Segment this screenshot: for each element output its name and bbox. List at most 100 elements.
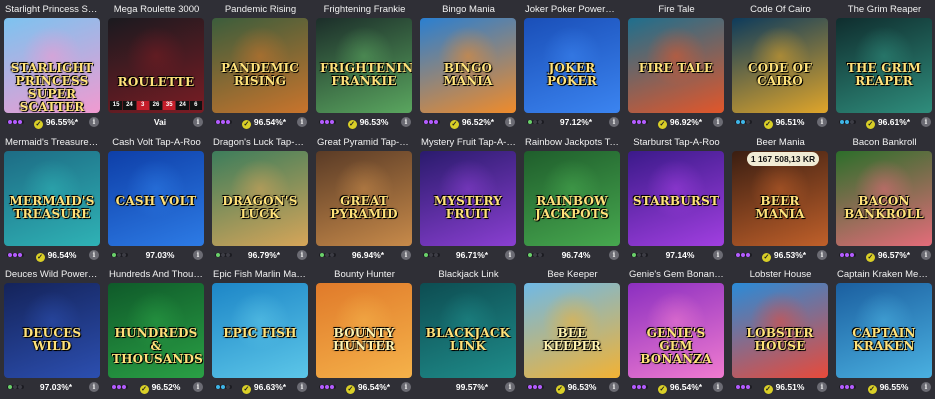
game-tile[interactable]: Fire Tale Fire Tale ✓ 96.92%* i xyxy=(628,3,724,134)
info-icon[interactable]: i xyxy=(89,250,99,260)
game-tile[interactable]: Frightening Frankie Frightening Frankie ✓9… xyxy=(316,3,412,134)
info-icon[interactable]: i xyxy=(89,117,99,127)
info-icon[interactable]: i xyxy=(817,117,827,127)
info-icon[interactable]: i xyxy=(921,250,931,260)
blackjack-link-thumbnail[interactable]: Blackjack Link xyxy=(420,283,516,378)
rainbow-jackpots-thumbnail[interactable]: Rainbow Jackpots xyxy=(524,151,620,246)
bingo-mania-thumbnail[interactable]: Bingo Mania xyxy=(420,18,516,113)
fire-tale-thumbnail[interactable]: Fire Tale xyxy=(628,18,724,113)
roulette-number: 26 xyxy=(149,101,163,110)
joker-poker-thumbnail[interactable]: Joker Poker xyxy=(524,18,620,113)
info-icon[interactable]: i xyxy=(505,250,515,260)
info-icon[interactable]: i xyxy=(713,382,723,392)
mega-roulette-thumbnail[interactable]: Roulette 15 24 3 26 35 24 6 xyxy=(108,18,204,113)
info-icon[interactable]: i xyxy=(89,382,99,392)
rtp-value: 97.03% xyxy=(130,249,190,261)
game-tile[interactable]: Dragon's Luck Tap-A-Roo Dragon's Luck 96.7… xyxy=(212,136,308,267)
check-icon: ✓ xyxy=(347,120,357,129)
epic-fish-thumbnail[interactable]: Epic Fish xyxy=(212,283,308,378)
game-tile[interactable]: Rainbow Jackpots Tap-A... Rainbow Jackpot… xyxy=(524,136,620,267)
game-tile[interactable]: Cash Volt Tap-A-Roo Cash Volt 97.03% i xyxy=(108,136,204,267)
pandemic-rising-thumbnail[interactable]: Pandemic Rising xyxy=(212,18,308,113)
game-tile[interactable]: The Grim Reaper The Grim Reaper ✓ 96.61%* i xyxy=(836,3,932,134)
rtp-text: 96.54%* xyxy=(669,382,703,392)
volatility-indicator xyxy=(839,385,856,389)
game-tile[interactable]: Bounty Hunter Bounty Hunter ✓ 96.54%* i xyxy=(316,268,412,399)
game-tile[interactable]: Blackjack Link Blackjack Link 99.57%* i xyxy=(420,268,516,399)
info-icon[interactable]: i xyxy=(193,250,203,260)
game-title: Bingo Mania xyxy=(442,4,495,15)
info-icon[interactable]: i xyxy=(401,382,411,392)
volatility-dot xyxy=(632,385,636,389)
bacon-bankroll-thumbnail[interactable]: Bacon Bankroll xyxy=(836,151,932,246)
game-tile[interactable]: Bee Keeper Bee Keeper ✓ 96.53% i xyxy=(524,268,620,399)
game-tile[interactable]: Mega Roulette 3000 Roulette 15 24 3 26 35 24 6 Va… xyxy=(108,3,204,134)
game-tile[interactable]: Mermaid's Treasure Trove Mermaid's Treasu… xyxy=(4,136,100,267)
info-icon[interactable]: i xyxy=(713,250,723,260)
game-footer: 97.03% i xyxy=(108,248,204,262)
game-title: The Grim Reaper xyxy=(847,4,922,15)
game-footer: ✓ 96.53%* i xyxy=(732,248,828,262)
game-tile[interactable]: Beer Mania Beer Mania 1 167 508,13 KR ✓ 96.5… xyxy=(732,136,828,267)
game-tile[interactable]: Captain Kraken Megaways Captain Kraken ✓96… xyxy=(836,268,932,399)
info-icon[interactable]: i xyxy=(505,382,515,392)
game-title: Bounty Hunter xyxy=(334,269,395,280)
game-tile[interactable]: Hundreds And Thousands Hundreds & Thousan… xyxy=(108,268,204,399)
info-icon[interactable]: i xyxy=(505,117,515,127)
game-logo: Great Pyramid xyxy=(330,194,398,221)
genies-gem-thumbnail[interactable]: Genie's Gem Bonanza xyxy=(628,283,724,378)
info-icon[interactable]: i xyxy=(193,117,203,127)
code-of-cairo-thumbnail[interactable]: Code of Cairo xyxy=(732,18,828,113)
volatility-dot xyxy=(122,253,126,257)
game-tile[interactable]: Great Pyramid Tap-A-Roo Great Pyramid 96.9… xyxy=(316,136,412,267)
bee-keeper-thumbnail[interactable]: Bee Keeper xyxy=(524,283,620,378)
info-icon[interactable]: i xyxy=(713,117,723,127)
info-icon[interactable]: i xyxy=(297,382,307,392)
info-icon[interactable]: i xyxy=(297,117,307,127)
game-footer: 96.71%* i xyxy=(420,248,516,262)
captain-kraken-thumbnail[interactable]: Captain Kraken xyxy=(836,283,932,378)
rtp-value: Vai xyxy=(130,116,190,128)
info-icon[interactable]: i xyxy=(817,382,827,392)
starlight-princess-thumbnail[interactable]: Starlight Princess Super Scatter xyxy=(4,18,100,113)
info-icon[interactable]: i xyxy=(297,250,307,260)
volatility-dot xyxy=(13,385,17,389)
hundreds-thousands-thumbnail[interactable]: Hundreds & Thousands xyxy=(108,283,204,378)
game-tile[interactable]: Deuces Wild Powerpoker Deuces Wild 97.03%*… xyxy=(4,268,100,399)
starburst-thumbnail[interactable]: Starburst xyxy=(628,151,724,246)
game-tile[interactable]: Epic Fish Marlin Madness Epic Fish ✓96.63%… xyxy=(212,268,308,399)
game-tile[interactable]: Code Of Cairo Code of Cairo ✓ 96.51% i xyxy=(732,3,828,134)
game-tile[interactable]: Starlight Princess Super ... Starlight Pr… xyxy=(4,3,100,134)
info-icon[interactable]: i xyxy=(609,117,619,127)
game-tile[interactable]: Bingo Mania Bingo Mania ✓ 96.52%* i xyxy=(420,3,516,134)
dragons-luck-thumbnail[interactable]: Dragon's Luck xyxy=(212,151,308,246)
cash-volt-thumbnail[interactable]: Cash Volt xyxy=(108,151,204,246)
deuces-wild-thumbnail[interactable]: Deuces Wild xyxy=(4,283,100,378)
grim-reaper-thumbnail[interactable]: The Grim Reaper xyxy=(836,18,932,113)
great-pyramid-thumbnail[interactable]: Great Pyramid xyxy=(316,151,412,246)
game-title: Beer Mania xyxy=(756,137,805,148)
info-icon[interactable]: i xyxy=(817,250,827,260)
info-icon[interactable]: i xyxy=(921,117,931,127)
game-tile[interactable]: Mystery Fruit Tap-A-Roo Mystery Fruit 96.7… xyxy=(420,136,516,267)
volatility-dot xyxy=(13,120,17,124)
game-tile[interactable]: Pandemic Rising Pandemic Rising ✓ 96.54%* i xyxy=(212,3,308,134)
game-tile[interactable]: Genie's Gem Bonanza Genie's Gem Bonanza ✓ 9… xyxy=(628,268,724,399)
bounty-hunter-thumbnail[interactable]: Bounty Hunter xyxy=(316,283,412,378)
info-icon[interactable]: i xyxy=(401,117,411,127)
volatility-indicator xyxy=(839,253,856,257)
mystery-fruit-thumbnail[interactable]: Mystery Fruit xyxy=(420,151,516,246)
lobster-house-thumbnail[interactable]: Lobster House xyxy=(732,283,828,378)
info-icon[interactable]: i xyxy=(609,250,619,260)
info-icon[interactable]: i xyxy=(609,382,619,392)
info-icon[interactable]: i xyxy=(921,382,931,392)
info-icon[interactable]: i xyxy=(401,250,411,260)
game-tile[interactable]: Bacon Bankroll Bacon Bankroll ✓ 96.57%* i xyxy=(836,136,932,267)
mermaids-treasure-thumbnail[interactable]: Mermaid's Treasure xyxy=(4,151,100,246)
game-logo: Dragon's Luck xyxy=(222,194,298,221)
game-tile[interactable]: Joker Poker Powerpoker Joker Poker 97.12%*… xyxy=(524,3,620,134)
frightening-frankie-thumbnail[interactable]: Frightening Frankie xyxy=(316,18,412,113)
info-icon[interactable]: i xyxy=(193,382,203,392)
game-tile[interactable]: Lobster House Lobster House ✓ 96.51% i xyxy=(732,268,828,399)
game-tile[interactable]: Starburst Tap-A-Roo Starburst 97.14% i xyxy=(628,136,724,267)
